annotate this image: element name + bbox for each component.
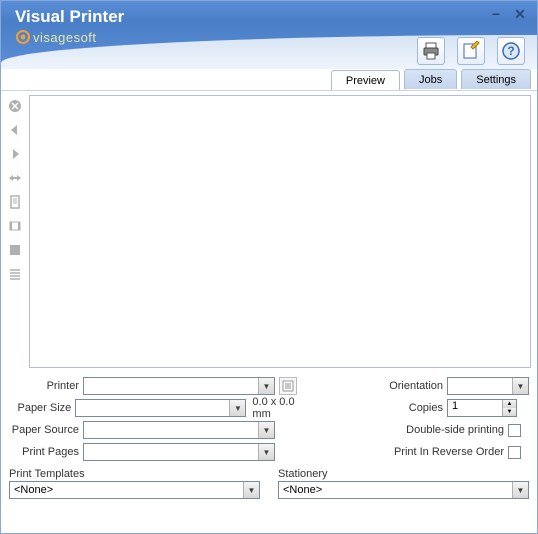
- fields-panel: Printer ▼ Orientation ▼ Paper Size ▼ 0.0…: [1, 370, 537, 468]
- orientation-label: Orientation: [327, 380, 447, 392]
- page-icon: [8, 195, 22, 209]
- brand-eye-icon: [15, 29, 31, 45]
- brand: visagesoft: [15, 29, 97, 45]
- chevron-down-icon: ▼: [258, 422, 274, 438]
- reverse-order-checkbox[interactable]: [508, 446, 521, 459]
- back-button[interactable]: [6, 121, 24, 139]
- preview-pane: [29, 95, 531, 368]
- printer-icon: [421, 41, 441, 61]
- arrows-h-icon: [8, 171, 22, 185]
- remove-button[interactable]: [6, 97, 24, 115]
- printer-label: Printer: [9, 380, 83, 392]
- stationery-value: <None>: [279, 484, 512, 496]
- chevron-down-icon: ▼: [258, 378, 274, 394]
- paper-size-label: Paper Size: [9, 402, 75, 414]
- chevron-down-icon: ▼: [512, 482, 528, 498]
- help-icon: ?: [501, 41, 521, 61]
- print-templates-value: <None>: [10, 484, 243, 496]
- titlebar: Visual Printer visagesoft − ✕ ?: [1, 1, 537, 69]
- grid-icon: [8, 243, 22, 257]
- svg-text:?: ?: [507, 44, 514, 58]
- toolbar-left: [1, 91, 29, 370]
- paper-source-combo[interactable]: ▼: [83, 421, 275, 439]
- forward-button[interactable]: [6, 145, 24, 163]
- close-button[interactable]: ✕: [513, 7, 527, 21]
- list-button[interactable]: [6, 265, 24, 283]
- dimensions-text: 0.0 x 0.0 mm: [252, 396, 309, 420]
- help-button[interactable]: ?: [497, 37, 525, 65]
- reverse-order-label: Print In Reverse Order: [394, 446, 504, 458]
- print-pages-combo[interactable]: ▼: [83, 443, 275, 461]
- copies-spinner[interactable]: 1 ▲▼: [447, 399, 517, 417]
- arrow-left-icon: [8, 123, 22, 137]
- spin-down-button[interactable]: ▼: [503, 408, 516, 416]
- paper-source-label: Paper Source: [9, 424, 83, 436]
- film-icon: [8, 219, 22, 233]
- properties-icon: [282, 380, 294, 392]
- stationery-label: Stationery: [278, 468, 529, 480]
- edit-icon: [461, 41, 481, 61]
- circle-x-icon: [8, 99, 22, 113]
- print-templates-combo[interactable]: <None> ▼: [9, 481, 260, 499]
- templates-row: Print Templates <None> ▼ Stationery <Non…: [1, 468, 537, 503]
- brand-text: visagesoft: [33, 30, 97, 45]
- copies-value: 1: [448, 400, 502, 416]
- copies-label: Copies: [327, 402, 447, 414]
- arrow-right-icon: [8, 147, 22, 161]
- spin-up-button[interactable]: ▲: [503, 400, 516, 408]
- page-button[interactable]: [6, 193, 24, 211]
- fullwidth-button[interactable]: [6, 169, 24, 187]
- print-button[interactable]: [417, 37, 445, 65]
- minimize-button[interactable]: −: [489, 7, 503, 21]
- chevron-down-icon: ▼: [512, 378, 528, 394]
- printer-combo[interactable]: ▼: [83, 377, 275, 395]
- chevron-down-icon: ▼: [258, 444, 274, 460]
- paper-size-combo[interactable]: ▼: [75, 399, 246, 417]
- double-side-checkbox[interactable]: [508, 424, 521, 437]
- double-side-label: Double-side printing: [406, 424, 504, 436]
- grid-button[interactable]: [6, 241, 24, 259]
- edit-button[interactable]: [457, 37, 485, 65]
- stationery-combo[interactable]: <None> ▼: [278, 481, 529, 499]
- tab-jobs[interactable]: Jobs: [404, 69, 457, 89]
- print-templates-label: Print Templates: [9, 468, 260, 480]
- orientation-combo[interactable]: ▼: [447, 377, 529, 395]
- app-window: Visual Printer visagesoft − ✕ ?: [0, 0, 538, 534]
- tab-preview[interactable]: Preview: [331, 70, 400, 90]
- film-button[interactable]: [6, 217, 24, 235]
- chevron-down-icon: ▼: [229, 400, 245, 416]
- app-title: Visual Printer: [15, 7, 124, 27]
- printer-properties-button[interactable]: [279, 377, 297, 395]
- chevron-down-icon: ▼: [243, 482, 259, 498]
- list-icon: [8, 267, 22, 281]
- print-pages-label: Print Pages: [9, 446, 83, 458]
- body-area: [1, 91, 537, 370]
- tab-settings[interactable]: Settings: [461, 69, 531, 89]
- tabs-row: Preview Jobs Settings: [1, 69, 537, 91]
